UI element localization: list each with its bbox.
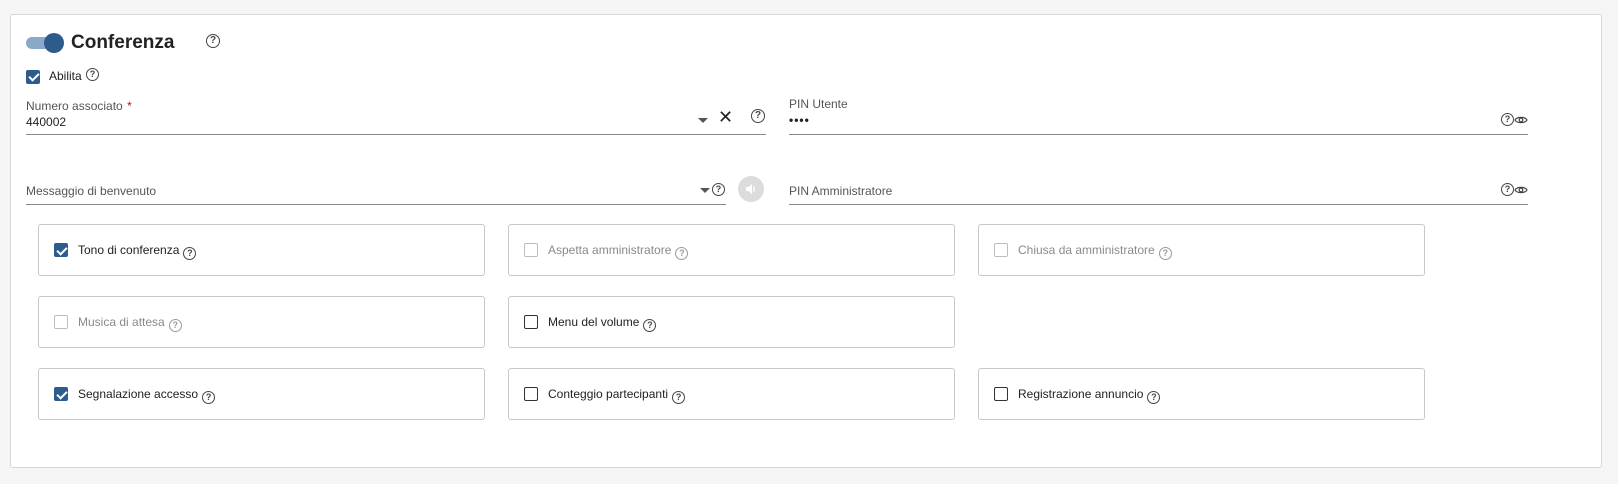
option-label: Tono di conferenza? — [78, 243, 197, 260]
numero-underline — [26, 134, 766, 135]
toggle-knob — [44, 33, 64, 53]
section-help-icon[interactable]: ? — [206, 34, 220, 48]
option-label: Musica di attesa? — [78, 315, 182, 332]
pin-utente-underline — [789, 134, 1528, 135]
option-musica-di-attesa[interactable]: Musica di attesa? — [38, 296, 485, 348]
help-icon[interactable]: ? — [168, 319, 182, 332]
help-icon[interactable]: ? — [643, 319, 657, 332]
pin-utente-label: PIN Utente — [789, 97, 848, 111]
option-chiusa-da-amministratore[interactable]: Chiusa da amministratore? — [978, 224, 1425, 276]
option-checkbox[interactable] — [524, 243, 538, 257]
conference-toggle[interactable] — [26, 33, 64, 53]
required-mark: * — [127, 99, 132, 113]
help-icon[interactable]: ? — [183, 247, 197, 260]
numero-help-icon[interactable]: ? — [751, 109, 765, 123]
option-conteggio-partecipanti[interactable]: Conteggio partecipanti? — [508, 368, 955, 420]
messaggio-label: Messaggio di benvenuto — [26, 184, 157, 198]
option-menu-del-volume[interactable]: Menu del volume? — [508, 296, 955, 348]
pin-admin-help-icon[interactable]: ? — [1501, 183, 1514, 196]
option-label: Conteggio partecipanti? — [548, 387, 686, 404]
option-checkbox[interactable] — [524, 315, 538, 329]
option-label: Segnalazione accesso? — [78, 387, 216, 404]
option-checkbox[interactable] — [994, 387, 1008, 401]
option-segnalazione-accesso[interactable]: Segnalazione accesso? — [38, 368, 485, 420]
option-checkbox[interactable] — [54, 315, 68, 329]
pin-admin-underline — [789, 204, 1528, 205]
pin-admin-label: PIN Amministratore — [789, 184, 893, 198]
help-icon[interactable]: ? — [202, 391, 216, 404]
option-checkbox[interactable] — [54, 243, 68, 257]
option-label: Registrazione annuncio? — [1018, 387, 1161, 404]
option-aspetta-amministratore[interactable]: Aspetta amministratore? — [508, 224, 955, 276]
option-label: Menu del volume? — [548, 315, 657, 332]
option-registrazione-annuncio[interactable]: Registrazione annuncio? — [978, 368, 1425, 420]
clear-icon[interactable]: ✕ — [718, 108, 733, 126]
messaggio-underline — [26, 204, 726, 205]
messaggio-help-icon[interactable]: ? — [712, 183, 725, 196]
enable-help-icon[interactable]: ? — [86, 68, 99, 81]
pin-utente-help-icon[interactable]: ? — [1501, 113, 1514, 126]
option-checkbox[interactable] — [524, 387, 538, 401]
eye-icon[interactable] — [1514, 115, 1528, 125]
option-label: Chiusa da amministratore? — [1018, 243, 1172, 260]
eye-icon[interactable] — [1514, 185, 1528, 195]
help-icon[interactable]: ? — [1147, 391, 1161, 404]
numero-associato-input[interactable]: 440002 — [26, 115, 66, 129]
option-checkbox[interactable] — [994, 243, 1008, 257]
help-icon[interactable]: ? — [672, 391, 686, 404]
option-tono-conferenza[interactable]: Tono di conferenza? — [38, 224, 485, 276]
pin-utente-input[interactable]: •••• — [789, 113, 810, 127]
chevron-down-icon[interactable] — [700, 188, 710, 193]
chevron-down-icon[interactable] — [698, 118, 708, 123]
numero-label-text: Numero associato — [26, 99, 123, 113]
option-checkbox[interactable] — [54, 387, 68, 401]
help-icon[interactable]: ? — [675, 247, 689, 260]
numero-associato-label: Numero associato * — [26, 97, 132, 115]
speaker-icon — [746, 184, 756, 194]
option-label: Aspetta amministratore? — [548, 243, 689, 260]
help-icon[interactable]: ? — [1158, 247, 1172, 260]
play-button[interactable] — [738, 176, 764, 202]
enable-checkbox[interactable] — [26, 69, 40, 84]
section-title: Conferenza — [71, 32, 175, 53]
enable-label: Abilita — [49, 69, 82, 83]
